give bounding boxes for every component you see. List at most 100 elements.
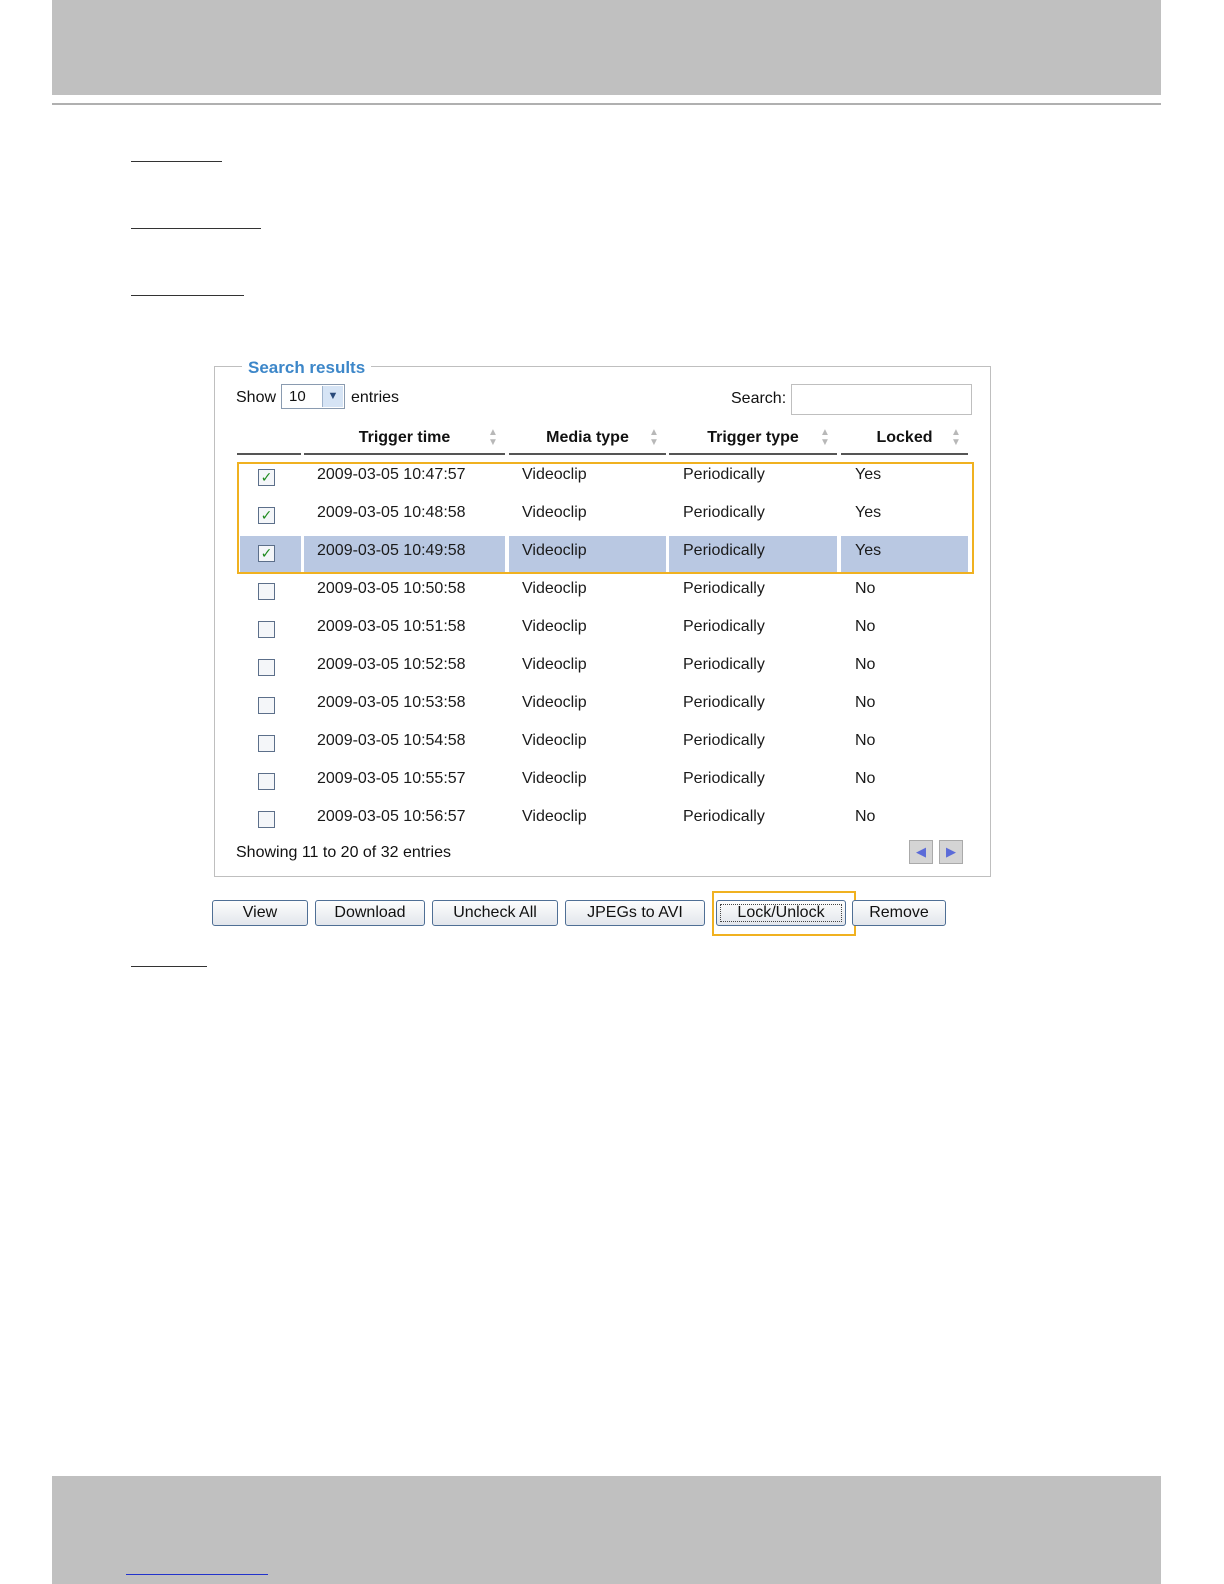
cell-time: 2009-03-05 10:50:58 <box>317 580 466 597</box>
column-header-select <box>237 427 301 455</box>
table-row[interactable]: 2009-03-05 10:50:58 Videoclip Periodically… <box>240 574 971 612</box>
page-header-band <box>52 0 1161 95</box>
column-header-locked[interactable]: Locked ▲ ▼ <box>841 427 968 455</box>
cell-time: 2009-03-05 10:55:57 <box>317 770 466 787</box>
row-checkbox[interactable] <box>258 583 275 600</box>
cell-media: Videoclip <box>522 542 587 559</box>
row-checkbox[interactable] <box>258 811 275 828</box>
triangle-right-icon[interactable]: ▶ <box>939 840 963 864</box>
table-row[interactable]: 2009-03-05 10:55:57 Videoclip Periodically… <box>240 764 971 802</box>
column-header-media-type[interactable]: Media type ▲ ▼ <box>509 427 666 455</box>
column-header-label: Media type <box>546 429 629 446</box>
cell-media: Videoclip <box>522 808 587 825</box>
cell-time: 2009-03-05 10:49:58 <box>317 542 466 559</box>
table-row[interactable]: 2009-03-05 10:52:58 Videoclip Periodically… <box>240 650 971 688</box>
download-button[interactable]: Download <box>315 900 425 926</box>
cell-time: 2009-03-05 10:56:57 <box>317 808 466 825</box>
cell-locked: No <box>855 694 876 711</box>
cell-media: Videoclip <box>522 504 587 521</box>
cell-locked: No <box>855 808 876 825</box>
cell-trigger: Periodically <box>683 466 765 483</box>
cell-trigger: Periodically <box>683 504 765 521</box>
cell-media: Videoclip <box>522 580 587 597</box>
cell-time: 2009-03-05 10:54:58 <box>317 732 466 749</box>
cell-trigger: Periodically <box>683 618 765 635</box>
cell-media: Videoclip <box>522 770 587 787</box>
cell-trigger: Periodically <box>683 694 765 711</box>
cell-media: Videoclip <box>522 694 587 711</box>
table-row[interactable]: ✓ 2009-03-05 10:47:57 Videoclip Periodicall… <box>240 460 971 498</box>
table-row[interactable]: 2009-03-05 10:53:58 Videoclip Periodically… <box>240 688 971 726</box>
cell-trigger: Periodically <box>683 770 765 787</box>
cell-media: Videoclip <box>522 656 587 673</box>
column-header-label: Trigger type <box>707 429 799 446</box>
header-divider <box>52 103 1161 105</box>
section-heading-rule <box>131 295 244 296</box>
uncheck-all-button[interactable]: Uncheck All <box>432 900 558 926</box>
footer-link-underline <box>126 1574 268 1575</box>
cell-trigger: Periodically <box>683 580 765 597</box>
focus-ring <box>720 904 842 922</box>
sort-icon: ▲ ▼ <box>488 427 498 448</box>
cell-time: 2009-03-05 10:48:58 <box>317 504 466 521</box>
cell-locked: Yes <box>855 504 882 521</box>
entries-per-page-select[interactable]: 10 ▼ <box>281 384 345 409</box>
cell-locked: No <box>855 618 876 635</box>
checkmark-icon: ✓ <box>260 545 273 561</box>
table-row[interactable]: ✓ 2009-03-05 10:49:58 Videoclip Periodicall… <box>240 536 971 574</box>
cell-time: 2009-03-05 10:53:58 <box>317 694 466 711</box>
column-header-trigger-time[interactable]: Trigger time ▲ ▼ <box>304 427 505 455</box>
cell-locked: Yes <box>855 466 882 483</box>
triangle-left-icon[interactable]: ◀ <box>909 840 933 864</box>
panel-title: Search results <box>242 358 372 378</box>
sort-icon: ▲ ▼ <box>649 427 659 448</box>
table-row[interactable]: 2009-03-05 10:54:58 Videoclip Periodically… <box>240 726 971 764</box>
show-label: Show <box>236 389 277 406</box>
search-input[interactable] <box>791 384 972 415</box>
entries-per-page-value: 10 <box>289 388 306 405</box>
row-checkbox[interactable] <box>258 621 275 638</box>
table-info: Showing 11 to 20 of 32 entries <box>236 844 451 861</box>
sort-icon: ▲ ▼ <box>951 427 961 448</box>
row-checkbox[interactable]: ✓ <box>258 545 275 562</box>
column-header-trigger-type[interactable]: Trigger type ▲ ▼ <box>669 427 837 455</box>
row-checkbox[interactable] <box>258 697 275 714</box>
section-heading-rule <box>131 161 222 162</box>
cell-trigger: Periodically <box>683 542 765 559</box>
row-checkbox[interactable]: ✓ <box>258 507 275 524</box>
cell-time: 2009-03-05 10:47:57 <box>317 466 466 483</box>
cell-media: Videoclip <box>522 618 587 635</box>
cell-time: 2009-03-05 10:52:58 <box>317 656 466 673</box>
cell-time: 2009-03-05 10:51:58 <box>317 618 466 635</box>
chevron-down-icon[interactable]: ▼ <box>322 386 343 407</box>
cell-locked: No <box>855 656 876 673</box>
section-heading-rule <box>131 228 261 229</box>
entries-label: entries <box>351 389 400 406</box>
remove-button[interactable]: Remove <box>852 900 946 926</box>
cell-locked: Yes <box>855 542 882 559</box>
section-heading-rule <box>131 966 207 967</box>
cell-locked: No <box>855 732 876 749</box>
table-row[interactable]: 2009-03-05 10:51:58 Videoclip Periodically… <box>240 612 971 650</box>
column-header-label: Trigger time <box>358 429 451 446</box>
row-checkbox[interactable] <box>258 735 275 752</box>
column-header-label: Locked <box>876 429 933 446</box>
row-checkbox[interactable] <box>258 773 275 790</box>
checkmark-icon: ✓ <box>260 469 273 485</box>
view-button[interactable]: View <box>212 900 308 926</box>
jpegs-to-avi-button[interactable]: JPEGs to AVI <box>565 900 705 926</box>
page-footer-band <box>52 1476 1161 1584</box>
cell-media: Videoclip <box>522 732 587 749</box>
table-row[interactable]: ✓ 2009-03-05 10:48:58 Videoclip Periodicall… <box>240 498 971 536</box>
row-checkbox[interactable]: ✓ <box>258 469 275 486</box>
search-label: Search: <box>731 390 787 407</box>
checkmark-icon: ✓ <box>260 507 273 523</box>
table-row[interactable]: 2009-03-05 10:56:57 Videoclip Periodically… <box>240 802 971 840</box>
cell-trigger: Periodically <box>683 656 765 673</box>
row-checkbox[interactable] <box>258 659 275 676</box>
cell-locked: No <box>855 770 876 787</box>
cell-trigger: Periodically <box>683 732 765 749</box>
cell-media: Videoclip <box>522 466 587 483</box>
lock-unlock-button[interactable]: Lock/Unlock <box>716 900 846 926</box>
cell-trigger: Periodically <box>683 808 765 825</box>
